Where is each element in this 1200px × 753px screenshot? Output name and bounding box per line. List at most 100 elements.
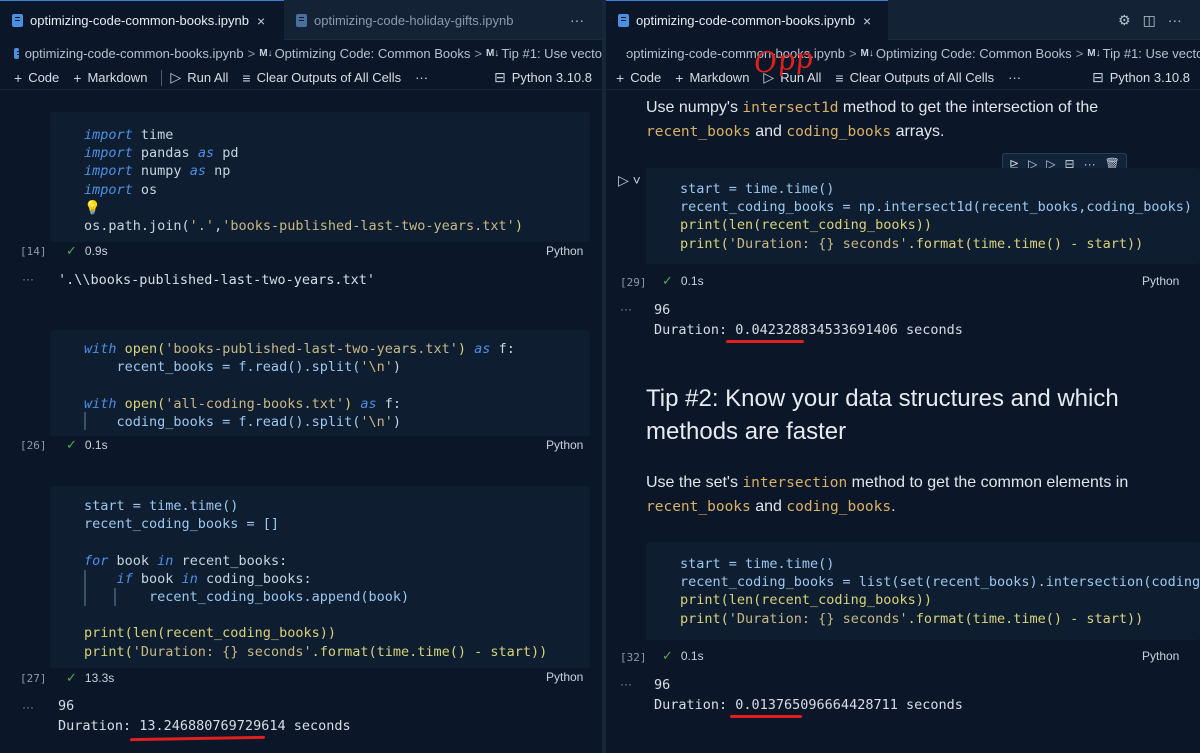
run-cell-icon[interactable]: ▷ ˅ bbox=[618, 172, 641, 189]
breadcrumb: optimizing-code-common-books.ipynb > M↓ … bbox=[0, 40, 602, 66]
add-code-button[interactable]: + Code bbox=[14, 70, 59, 86]
kernel-icon: ⊟ bbox=[494, 69, 506, 85]
run-all-button[interactable]: ▷ Run All bbox=[170, 69, 228, 86]
kernel-icon: ⊟ bbox=[1092, 69, 1104, 85]
run-all-icon: ▷ bbox=[170, 69, 182, 85]
notebook-content: import time import pandas as pd import num… bbox=[0, 90, 602, 753]
notebook-content: Use numpy's intersect1d method to get th… bbox=[606, 90, 1200, 753]
notebook-icon bbox=[14, 47, 22, 59]
clear-outputs-icon: ≡ bbox=[242, 69, 251, 86]
breadcrumb: optimizing-code-common-books.ipynb > M↓ … bbox=[606, 40, 1200, 66]
tab-common-books[interactable]: optimizing-code-common-books.ipynb × bbox=[606, 0, 888, 40]
plus-icon: + bbox=[616, 69, 625, 86]
close-tab-icon[interactable]: × bbox=[863, 13, 871, 29]
execution-status: ✓ 0.1s bbox=[662, 648, 704, 663]
lightbulb-icon[interactable]: 💡 bbox=[84, 199, 523, 217]
execution-status: ✓ 13.3s bbox=[66, 670, 115, 685]
more-actions-icon[interactable]: ··· bbox=[1168, 12, 1182, 28]
chevron-right-icon: > bbox=[474, 45, 482, 61]
output-more-icon[interactable]: ··· bbox=[620, 302, 632, 316]
add-markdown-button[interactable]: + Markdown bbox=[675, 70, 749, 86]
output-more-icon[interactable]: ··· bbox=[22, 700, 34, 714]
markdown-cell[interactable]: Use the set's intersection method to get… bbox=[646, 471, 1186, 519]
more-actions-icon[interactable]: ··· bbox=[570, 0, 584, 40]
execution-count: [29] bbox=[620, 276, 647, 289]
section-heading: Tip #2: Know your data structures and wh… bbox=[646, 385, 1119, 445]
right-tab-bar: optimizing-code-common-books.ipynb × ⚙ ◫… bbox=[606, 0, 1200, 40]
execution-count: [32] bbox=[620, 651, 647, 664]
code-editor[interactable]: import time import pandas as pd import num… bbox=[84, 126, 523, 235]
output-more-icon[interactable]: ··· bbox=[620, 677, 632, 691]
clear-outputs-button[interactable]: ≡ Clear Outputs of All Cells bbox=[835, 70, 994, 86]
breadcrumb-file[interactable]: optimizing-code-common-books.ipynb bbox=[25, 46, 244, 61]
toolbar-more-icon[interactable]: ··· bbox=[415, 70, 428, 85]
cell-output: '.\\books-published-last-two-years.txt' bbox=[58, 272, 375, 288]
code-editor[interactable]: start = time.time() recent_coding_books =… bbox=[84, 497, 547, 661]
clear-outputs-button[interactable]: ≡ Clear Outputs of All Cells bbox=[242, 70, 401, 86]
add-markdown-button[interactable]: + Markdown bbox=[73, 70, 147, 86]
checkmark-icon: ✓ bbox=[662, 273, 673, 288]
plus-icon: + bbox=[14, 69, 23, 86]
annotation-underline bbox=[730, 715, 802, 718]
chevron-right-icon: > bbox=[848, 45, 857, 61]
execution-status: ✓ 0.9s bbox=[66, 243, 108, 258]
toolbar-more-icon[interactable]: ··· bbox=[1008, 70, 1021, 85]
gear-icon[interactable]: ⚙ bbox=[1118, 12, 1131, 29]
code-editor[interactable]: start = time.time() recent_coding_books =… bbox=[680, 180, 1200, 253]
left-editor-pane: optimizing-code-common-books.ipynb × opt… bbox=[0, 0, 602, 753]
clear-outputs-icon: ≡ bbox=[835, 69, 844, 86]
annotation-underline bbox=[726, 340, 804, 343]
indent-guide bbox=[84, 570, 86, 606]
cell-output: 96 Duration: 0.013765096664428711 seconds bbox=[654, 677, 963, 713]
indent-guide bbox=[114, 588, 116, 606]
close-tab-icon[interactable]: × bbox=[257, 13, 265, 29]
cell-output: 96 Duration: 0.042328834533691406 seconds bbox=[654, 302, 963, 338]
notebook-icon bbox=[12, 14, 23, 27]
markdown-icon: M↓ bbox=[259, 47, 273, 59]
right-editor-pane: optimizing-code-common-books.ipynb × ⚙ ◫… bbox=[606, 0, 1200, 753]
execution-status: ✓ 0.1s bbox=[66, 437, 108, 452]
toolbar-divider bbox=[161, 69, 163, 86]
execution-count: [26] bbox=[20, 439, 47, 452]
notebook-icon bbox=[296, 13, 307, 27]
split-editor-icon[interactable]: ◫ bbox=[1143, 12, 1156, 29]
kernel-picker[interactable]: ⊟ Python 3.10.8 bbox=[1092, 69, 1190, 86]
breadcrumb-section[interactable]: Optimizing Code: Common Books bbox=[876, 46, 1072, 61]
plus-icon: + bbox=[675, 69, 684, 86]
cell-language[interactable]: Python bbox=[546, 670, 583, 684]
add-code-button[interactable]: + Code bbox=[616, 70, 661, 86]
markdown-icon: M↓ bbox=[485, 47, 500, 59]
cell-language[interactable]: Python bbox=[546, 244, 583, 258]
tab-holiday-gifts[interactable]: optimizing-code-holiday-gifts.ipynb bbox=[284, 0, 544, 40]
checkmark-icon: ✓ bbox=[66, 670, 77, 685]
handwritten-annotation: Opp bbox=[752, 41, 815, 80]
code-editor[interactable]: with open('books-published-last-two-year… bbox=[84, 340, 515, 431]
output-more-icon[interactable]: ··· bbox=[22, 272, 34, 286]
tab-common-books[interactable]: optimizing-code-common-books.ipynb × bbox=[0, 0, 284, 40]
editor-actions: ⚙ ◫ ··· bbox=[1118, 0, 1182, 40]
chevron-right-icon: > bbox=[247, 45, 256, 61]
notebook-icon bbox=[618, 14, 629, 27]
breadcrumb-section[interactable]: Optimizing Code: Common Books bbox=[275, 46, 471, 61]
annotation-underline bbox=[129, 735, 266, 742]
cell-output: 96 Duration: 13.246880769729614 seconds bbox=[58, 698, 351, 734]
breadcrumb-tip[interactable]: Tip #1: Use vecto bbox=[501, 46, 602, 61]
markdown-icon: M↓ bbox=[860, 47, 874, 59]
code-editor[interactable]: start = time.time() recent_coding_books =… bbox=[680, 555, 1200, 628]
execution-status: ✓ 0.1s bbox=[662, 273, 704, 288]
notebook-toolbar: + Code + Markdown ▷ Run All ≡ Clear Outputs … bbox=[606, 66, 1200, 90]
cell-language[interactable]: Python bbox=[1142, 649, 1179, 663]
notebook-toolbar: + Code + Markdown ▷ Run All ≡ Clear Outputs … bbox=[0, 66, 602, 90]
checkmark-icon: ✓ bbox=[662, 648, 673, 663]
plus-icon: + bbox=[73, 69, 82, 86]
left-tab-bar: optimizing-code-common-books.ipynb × opt… bbox=[0, 0, 602, 40]
breadcrumb-tip[interactable]: Tip #1: Use vecto bbox=[1103, 46, 1200, 61]
chevron-right-icon: > bbox=[1075, 45, 1084, 61]
indent-guide bbox=[84, 412, 86, 430]
markdown-icon: M↓ bbox=[1087, 47, 1101, 59]
cell-language[interactable]: Python bbox=[546, 438, 583, 452]
kernel-picker[interactable]: ⊟ Python 3.10.8 bbox=[494, 69, 592, 86]
checkmark-icon: ✓ bbox=[66, 243, 77, 258]
cell-language[interactable]: Python bbox=[1142, 274, 1179, 288]
markdown-cell[interactable]: Use numpy's intersect1d method to get th… bbox=[646, 96, 1186, 144]
